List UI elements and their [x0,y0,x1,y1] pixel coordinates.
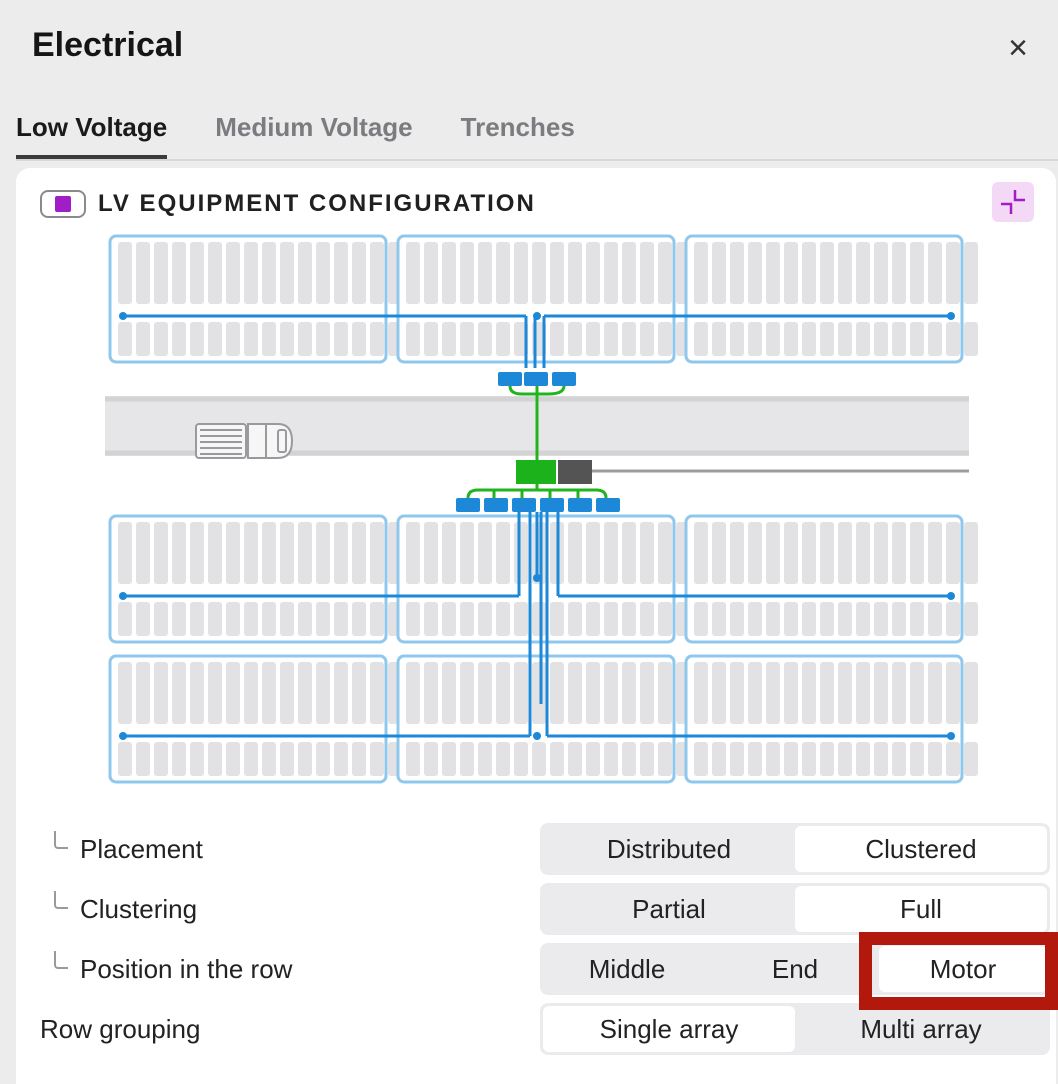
combiner-box [512,498,536,512]
close-icon: × [1008,28,1028,67]
cable-end [947,592,955,600]
central-inverter [516,460,969,484]
toggle-knob [55,196,71,212]
pv-table [108,514,402,644]
combiner-box [568,498,592,512]
position-middle[interactable]: Middle [543,946,711,992]
placement-selector: Distributed Clustered [540,823,1050,875]
placement-clustered[interactable]: Clustered [795,826,1047,872]
branch-icon [54,891,68,909]
pv-table [684,514,978,644]
pv-table [108,234,402,364]
pv-table [684,654,978,784]
tab-bar: Low Voltage Medium Voltage Trenches [16,104,623,160]
card-header: LV EQUIPMENT CONFIGURATION [40,186,536,222]
cable-end [947,732,955,740]
placement-row: Placement Distributed Clustered [40,823,1050,875]
row-grouping-label: Row grouping [40,1014,201,1044]
clustering-row: Clustering Partial Full [40,883,1050,935]
row-grouping-single[interactable]: Single array [543,1006,795,1052]
card-title: LV EQUIPMENT CONFIGURATION [98,190,536,217]
close-button[interactable]: × [996,28,1040,68]
cable-end [947,312,955,320]
pv-table [396,514,690,644]
row-grouping-selector: Single array Multi array [540,1003,1050,1055]
placement-distributed[interactable]: Distributed [543,826,795,872]
placement-label: Placement [80,834,203,864]
pv-table [108,654,402,784]
clustering-selector: Partial Full [540,883,1050,935]
cable-end [119,732,127,740]
tabs-divider [16,159,1058,161]
branch-icon [54,951,68,969]
tab-trenches[interactable]: Trenches [461,104,575,160]
clustering-full[interactable]: Full [795,886,1047,932]
collapse-icon [1001,190,1025,214]
branch-icon [54,831,68,849]
pv-table [396,654,690,784]
section-toggle[interactable] [40,190,86,218]
position-row: Position in the row Middle End Motor [40,943,1050,995]
position-label: Position in the row [80,954,293,984]
combiner-box [484,498,508,512]
cable-end [119,312,127,320]
combiner-box [552,372,576,386]
pv-table [684,234,978,364]
combiner-box [596,498,620,512]
clustering-label: Clustering [80,894,198,924]
tab-medium-voltage[interactable]: Medium Voltage [215,104,412,160]
position-end[interactable]: End [711,946,879,992]
clustering-partial[interactable]: Partial [543,886,795,932]
combiner-box [524,372,548,386]
position-selector: Middle End Motor [540,943,1050,995]
cable-end [533,732,541,740]
panel-title: Electrical [32,26,184,64]
collapse-button[interactable] [992,182,1034,222]
lv-equipment-card: LV EQUIPMENT CONFIGURATION Placement Dis… [16,168,1056,1084]
truck-icon [195,423,294,459]
cable-end [533,574,541,582]
combiner-box [540,498,564,512]
lv-layout-diagram [105,234,978,784]
tab-low-voltage[interactable]: Low Voltage [16,104,168,160]
row-grouping-row: Row grouping Single array Multi array [40,1003,1050,1055]
row-grouping-multi[interactable]: Multi array [795,1006,1047,1052]
cable-end [119,592,127,600]
cable-end [533,312,541,320]
combiner-box [456,498,480,512]
position-motor[interactable]: Motor [879,946,1047,992]
combiner-box [498,372,522,386]
